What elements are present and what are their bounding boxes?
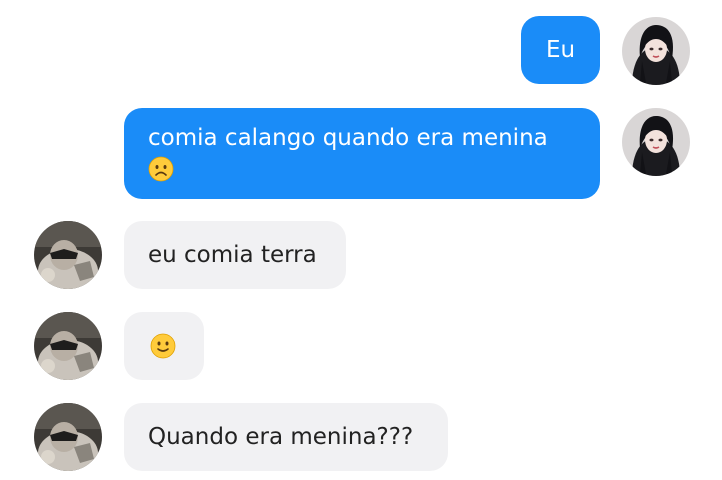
incoming-message-bubble[interactable]: Quando era menina???: [124, 403, 448, 471]
outgoing-message-bubble[interactable]: Eu: [521, 16, 600, 84]
message-text: Quando era menina???: [148, 424, 414, 450]
incoming-message-bubble[interactable]: [124, 312, 204, 380]
outgoing-message-bubble[interactable]: comia calango quando era menina: [124, 108, 600, 199]
message-text: eu comia terra: [148, 242, 317, 268]
contact-avatar[interactable]: [34, 221, 102, 289]
frowning-face-emoji: [148, 156, 174, 182]
my-avatar[interactable]: [622, 108, 690, 176]
slightly-smiling-face-emoji: [150, 333, 176, 359]
message-text: Eu: [545, 37, 576, 63]
my-avatar[interactable]: [622, 17, 690, 85]
contact-avatar[interactable]: [34, 312, 102, 380]
chat-thread: Eu comia calango quando era menina eu co…: [0, 0, 722, 480]
message-text: comia calango quando era menina: [148, 125, 548, 151]
incoming-message-bubble[interactable]: eu comia terra: [124, 221, 346, 289]
contact-avatar[interactable]: [34, 403, 102, 471]
